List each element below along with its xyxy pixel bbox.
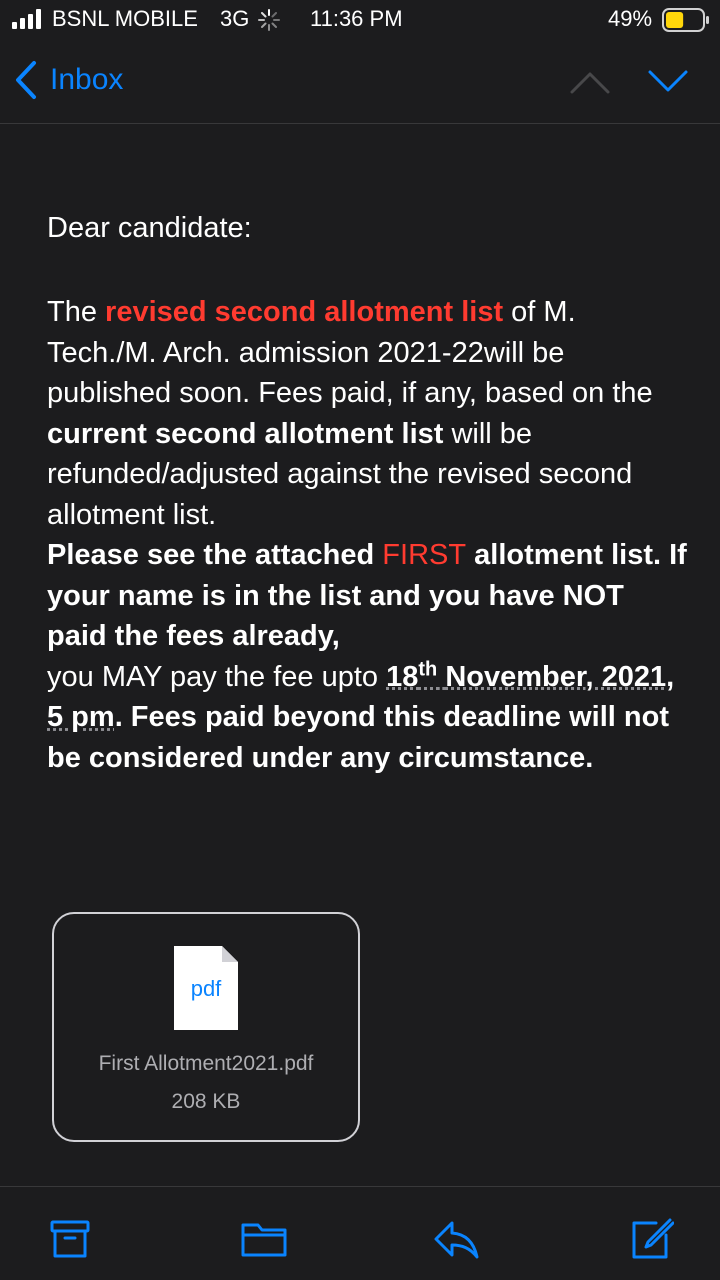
deadline-day-suffix: th: [418, 658, 437, 680]
back-label: Inbox: [50, 63, 123, 97]
first-highlight: FIRST: [382, 539, 466, 571]
back-to-inbox-button[interactable]: Inbox: [14, 58, 123, 102]
network-type: 3G: [220, 6, 249, 32]
navigation-bar: Inbox: [0, 40, 720, 124]
battery-percent: 49%: [608, 6, 652, 32]
attachment-file-name: First Allotment2021.pdf: [54, 1052, 358, 1076]
reply-button[interactable]: [432, 1217, 480, 1261]
archive-button[interactable]: [46, 1217, 94, 1261]
battery-fill: [666, 12, 683, 28]
chevron-left-icon: [14, 60, 38, 100]
status-bar: BSNL MOBILE 3G 11:36 PM 49%: [0, 0, 720, 40]
paragraph-first-list: Please see the attached FIRST allotment …: [47, 535, 687, 657]
chevron-down-icon: [650, 72, 686, 90]
battery-icon: [662, 8, 710, 32]
text-segment: The: [47, 296, 105, 328]
compose-button[interactable]: [626, 1217, 674, 1261]
status-time: 11:36 PM: [310, 6, 403, 32]
move-to-folder-button[interactable]: [240, 1217, 288, 1261]
next-message-button[interactable]: [646, 64, 690, 100]
text-segment: you MAY pay the fee upto: [47, 661, 386, 693]
deadline-warning: . Fees paid beyond this deadline will no…: [47, 701, 669, 774]
message-text: The revised second allotment list of M. …: [47, 292, 687, 778]
compose-icon: [634, 1220, 673, 1257]
signal-bars-icon: [12, 9, 46, 29]
current-list-bold: current second allotment list: [47, 418, 443, 450]
archive-icon: [52, 1222, 88, 1256]
paragraph-deadline: you MAY pay the fee upto 18th November, …: [47, 657, 687, 779]
bottom-toolbar: [0, 1186, 720, 1280]
folder-icon: [243, 1225, 285, 1255]
chevron-up-icon: [572, 74, 608, 92]
attachment-file-size: 208 KB: [54, 1090, 358, 1114]
activity-spinner-icon: [258, 9, 280, 31]
greeting-text: Dear candidate:: [47, 208, 252, 248]
message-body: Dear candidate: The revised second allot…: [0, 124, 720, 1186]
pdf-icon-label: pdf: [172, 976, 240, 1002]
reply-icon: [436, 1223, 477, 1257]
carrier-name: BSNL MOBILE: [52, 6, 198, 32]
revised-list-highlight: revised second allotment list: [105, 296, 503, 328]
paragraph-revised-list: The revised second allotment list of M. …: [47, 292, 687, 535]
pdf-icon-label-wrap: pdf: [172, 944, 240, 1032]
pdf-attachment[interactable]: pdf First Allotment2021.pdf 208 KB: [52, 912, 360, 1142]
previous-message-button[interactable]: [568, 64, 612, 100]
deadline-day: 18: [386, 661, 418, 693]
mail-message-screen: BSNL MOBILE 3G 11:36 PM 49% Inbox Dear c…: [0, 0, 720, 1280]
text-segment: Please see the attached: [47, 539, 382, 571]
